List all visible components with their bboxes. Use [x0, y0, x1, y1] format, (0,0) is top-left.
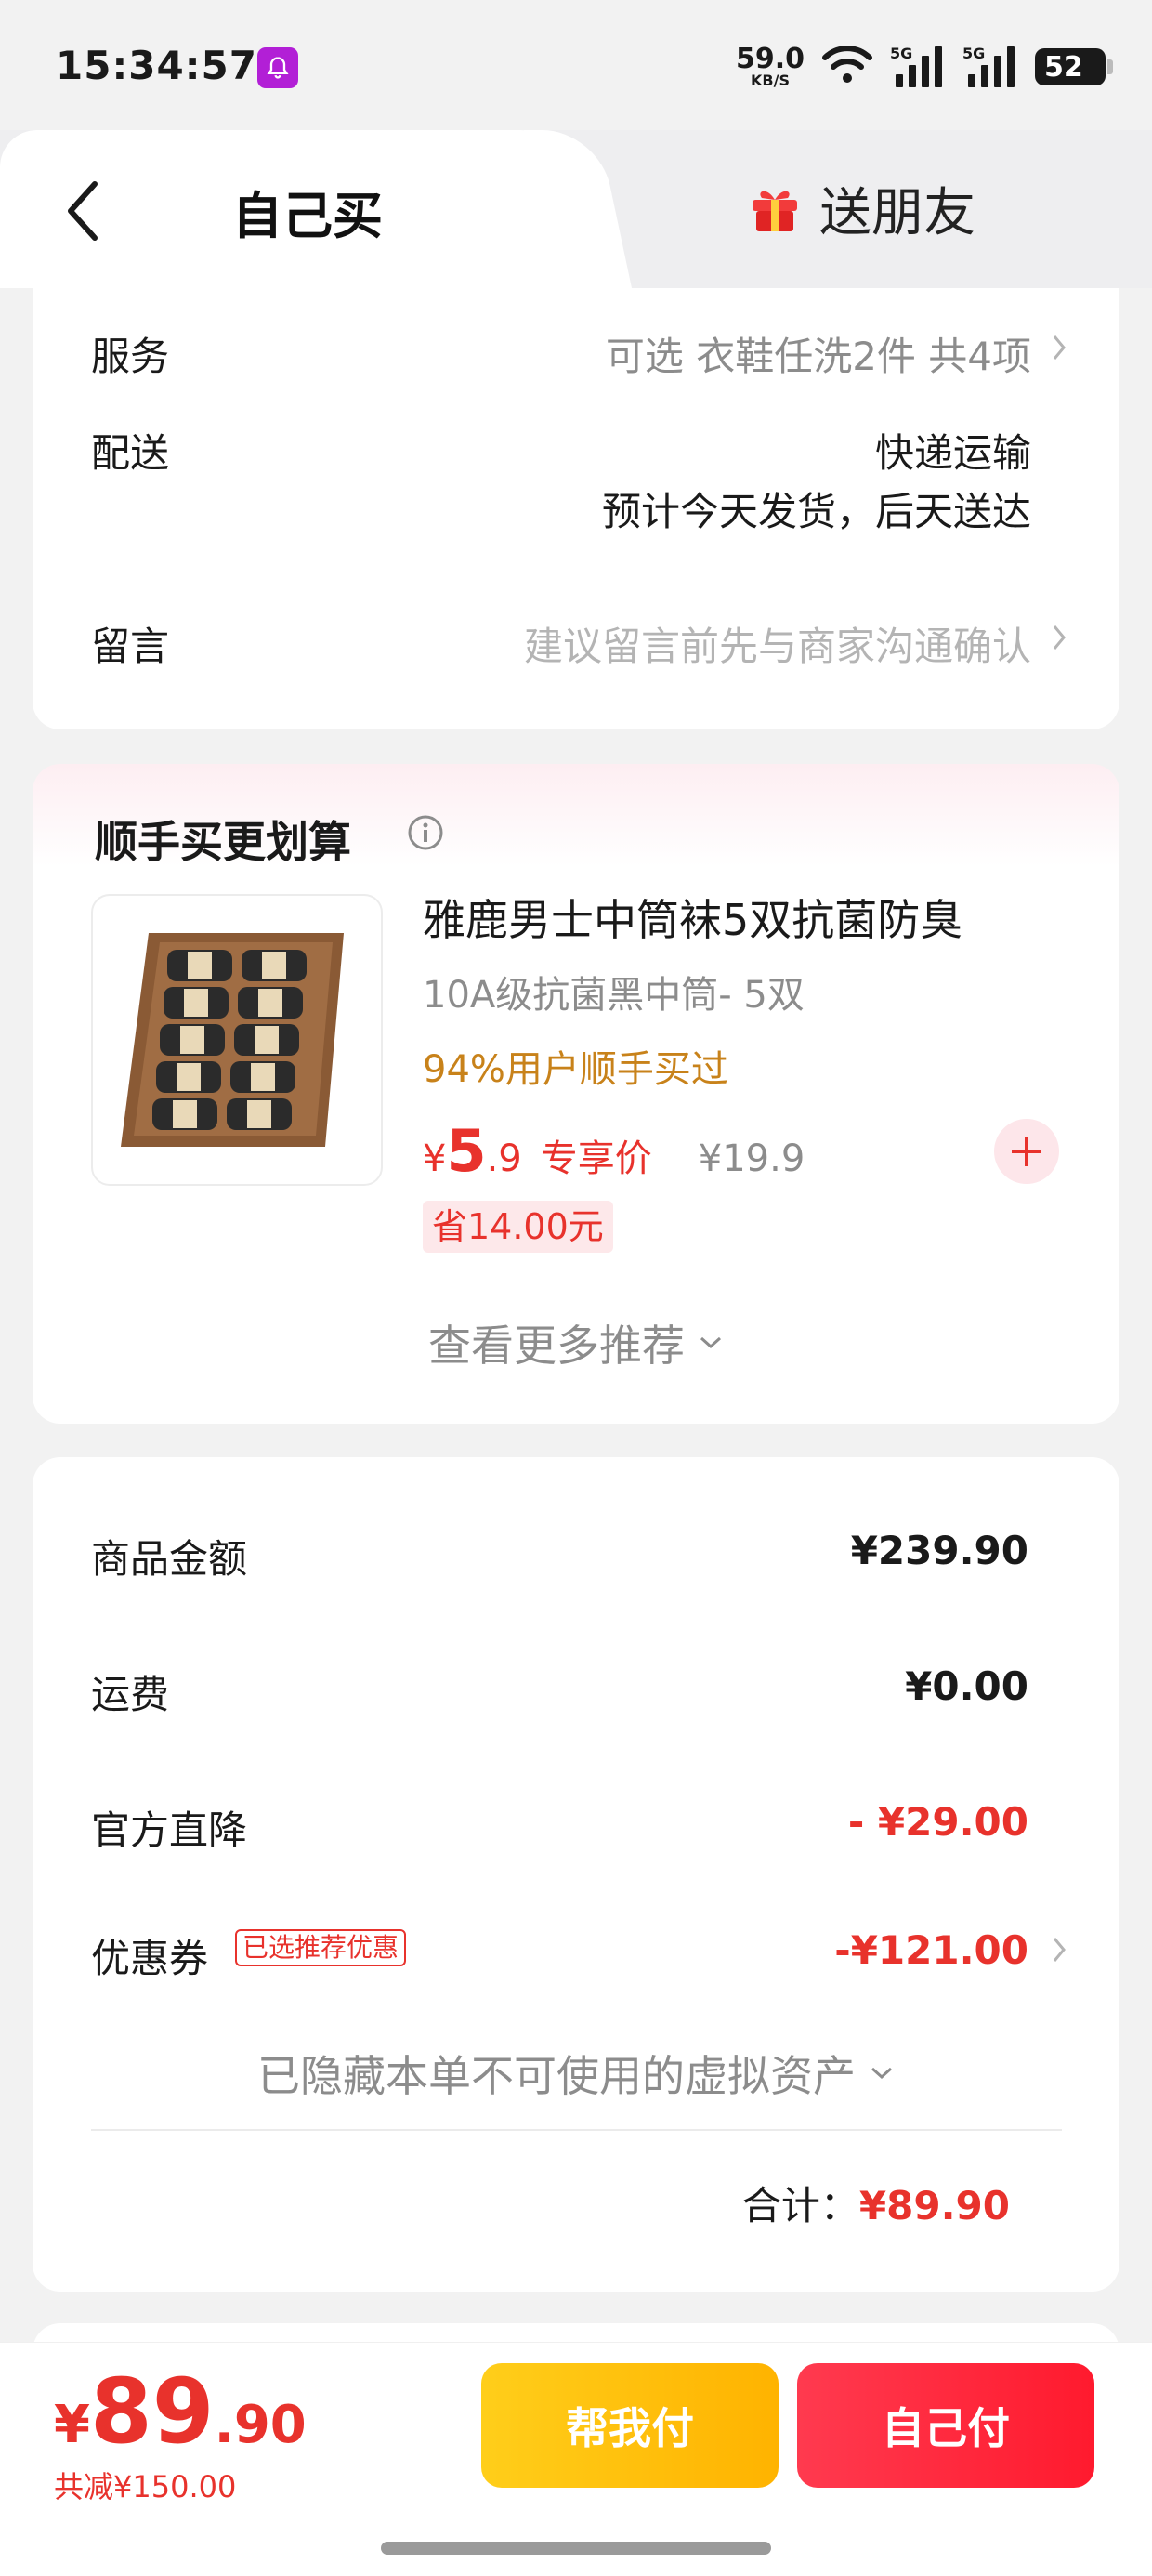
chevron-right-icon[interactable]: [1051, 623, 1067, 652]
info-icon[interactable]: [406, 813, 445, 852]
shipping-label: 运费: [91, 1672, 170, 1717]
upsell-title: 顺手买更划算: [95, 817, 351, 867]
plus-icon: [1012, 1137, 1041, 1166]
back-arrow-icon[interactable]: [61, 178, 108, 243]
tab-self-buy[interactable]: 自己买: [232, 175, 383, 248]
cell-signal-1-icon: 5G: [890, 45, 946, 89]
price-summary-card: 商品金额 ¥239.90 运费 ¥0.00 官方直降 - ¥29.00 优惠券 …: [33, 1457, 1119, 2292]
home-indicator[interactable]: [381, 2542, 771, 2555]
see-more-recommendations[interactable]: 查看更多推荐: [33, 1312, 1119, 1373]
product-image[interactable]: [91, 894, 383, 1186]
note-label: 留言: [91, 624, 170, 669]
social-proof: 94%用户顺手买过: [423, 1048, 728, 1091]
note-input[interactable]: 建议留言前先与商家沟通确认: [524, 615, 1031, 672]
total-discount: 共减¥150.00: [54, 2469, 237, 2504]
goods-amount: ¥239.90: [850, 1528, 1028, 1573]
coupon-value[interactable]: -¥121.00: [834, 1927, 1028, 1973]
shipping-fee: ¥0.00: [905, 1663, 1028, 1709]
tab-gift-friend[interactable]: 送朋友: [749, 171, 975, 246]
status-bar: 15:34:57 59.0 KB/S 5G 5G 52: [0, 0, 1152, 130]
official-discount: - ¥29.00: [847, 1799, 1028, 1845]
add-to-order-button[interactable]: [994, 1119, 1059, 1184]
coupon-badge: 已选推荐优惠: [235, 1929, 407, 1966]
checkout-bar: ¥ 89 .90 共减¥150.00 帮我付 自己付: [0, 2342, 1152, 2576]
order-info-card: 服务 可选 衣鞋任洗2件 共4项 配送 快递运输 预计今天发货，后天送达 留言 …: [33, 288, 1119, 729]
cell-signal-2-icon: 5G: [962, 45, 1018, 89]
chevron-down-icon: [871, 2067, 893, 2080]
delivery-eta: 预计今天发货，后天送达: [601, 489, 1031, 534]
product-spec: 10A级抗菌黑中筒- 5双: [423, 974, 805, 1017]
goods-amount-label: 商品金额: [91, 1536, 248, 1582]
purchase-mode-tabs: 自己买 送朋友: [0, 130, 1152, 288]
order-total: 合计： ¥89.90: [741, 2183, 1010, 2228]
pay-total: ¥ 89 .90: [54, 2359, 307, 2464]
service-value[interactable]: 可选 衣鞋任洗2件 共4项: [606, 325, 1031, 382]
official-discount-label: 官方直降: [91, 1807, 248, 1853]
original-price: ¥19.9: [698, 1137, 805, 1180]
chevron-down-icon: [700, 1336, 722, 1349]
delivery-method: 快递运输: [874, 430, 1031, 476]
service-label: 服务: [91, 334, 170, 379]
pay-myself-button[interactable]: 自己付: [797, 2363, 1094, 2488]
wifi-icon: [821, 45, 873, 89]
status-time: 15:34:57: [56, 43, 257, 88]
help-me-pay-button[interactable]: 帮我付: [481, 2363, 779, 2488]
product-name[interactable]: 雅鹿男士中筒袜5双抗菌防臭: [423, 887, 962, 948]
battery-icon: 52: [1035, 48, 1113, 85]
product-price: ¥ 5 .9 专享价 ¥19.9: [423, 1117, 805, 1185]
upsell-card: 顺手买更划算 雅鹿男士中筒袜5双抗菌防臭 10A级抗菌黑中筒- 5双 94%用户…: [33, 764, 1119, 1424]
gift-icon: [753, 191, 797, 231]
chevron-right-icon[interactable]: [1051, 333, 1067, 362]
chevron-right-icon[interactable]: [1051, 1935, 1067, 1965]
net-speed: 59.0 KB/S: [735, 43, 805, 89]
hidden-assets-toggle[interactable]: 已隐藏本单不可使用的虚拟资产: [33, 2043, 1119, 2104]
delivery-label: 配送: [91, 430, 170, 476]
coupon-label: 优惠券: [91, 1936, 209, 1981]
save-badge: 省14.00元: [423, 1201, 613, 1253]
notification-bell-icon: [257, 47, 298, 88]
divider: [91, 2129, 1062, 2131]
